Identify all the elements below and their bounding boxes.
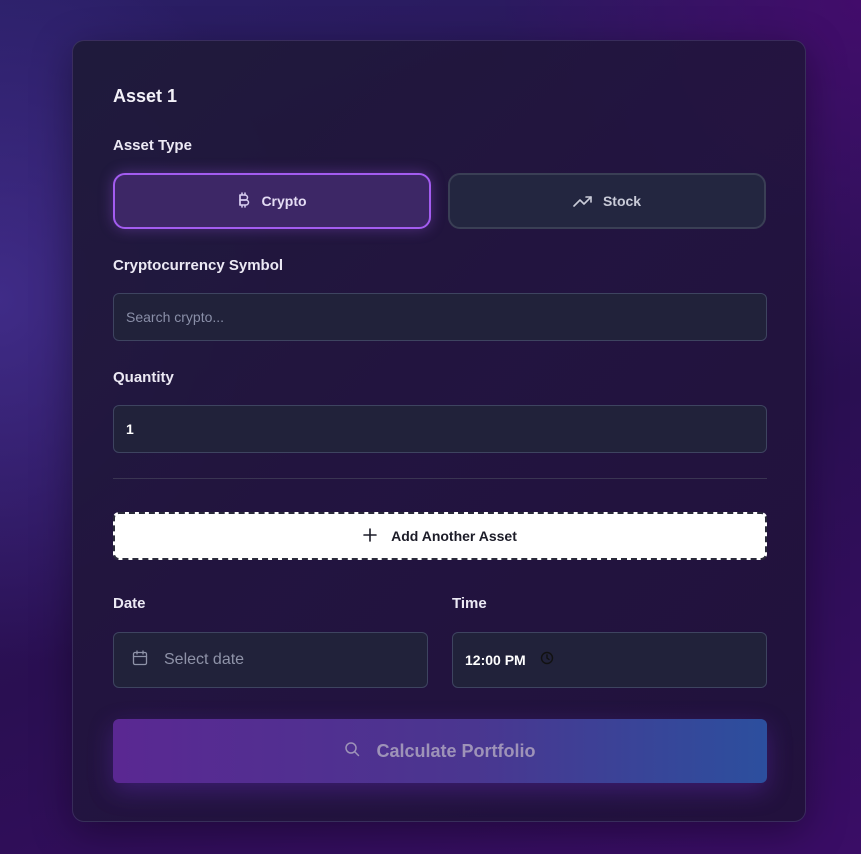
asset-type-label: Asset Type (113, 137, 192, 154)
calculate-portfolio-button[interactable]: Calculate Portfolio (113, 719, 767, 783)
divider (113, 478, 767, 479)
plus-icon (363, 527, 377, 545)
quantity-input[interactable] (126, 421, 766, 437)
quantity-field[interactable] (113, 405, 767, 453)
symbol-label: Cryptocurrency Symbol (113, 257, 284, 274)
crypto-type-button[interactable]: Crypto (113, 173, 431, 229)
calculate-portfolio-label: Calculate Portfolio (376, 740, 536, 761)
stock-type-label: Stock (602, 193, 642, 209)
time-label: Time (452, 595, 487, 612)
date-placeholder: Select date (164, 651, 245, 668)
crypto-type-label: Crypto (261, 193, 307, 209)
bitcoin-icon (237, 192, 251, 210)
calendar-icon (132, 649, 148, 671)
time-value: 12:00 PM (465, 652, 526, 668)
search-icon (344, 741, 360, 762)
add-another-asset-label: Add Another Asset (391, 528, 517, 544)
asset-title: Asset 1 (113, 86, 178, 106)
time-picker[interactable]: 12:00 PM (452, 632, 767, 688)
stock-type-button[interactable]: Stock (448, 173, 766, 229)
symbol-search-input[interactable] (126, 309, 766, 325)
portfolio-form-card: Asset 1 Asset Type Crypto Stock Cryptocu… (72, 40, 806, 822)
date-label: Date (113, 595, 146, 612)
clock-icon[interactable] (540, 651, 554, 670)
trending-up-icon (573, 194, 593, 208)
symbol-field[interactable] (113, 293, 767, 341)
quantity-label: Quantity (113, 369, 174, 386)
date-picker[interactable]: Select date (113, 632, 428, 688)
add-another-asset-button[interactable]: Add Another Asset (113, 512, 767, 560)
